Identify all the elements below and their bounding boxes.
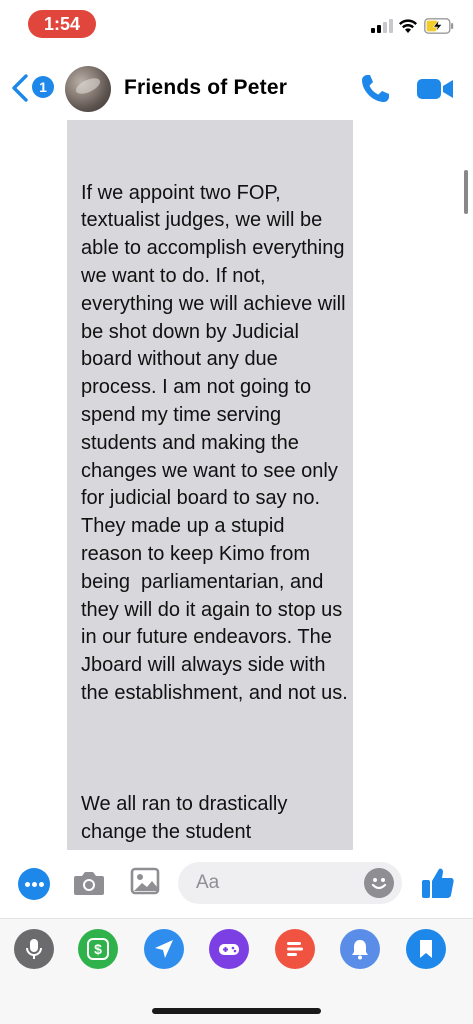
- message-bubble[interactable]: If we appoint two FOP, textualist judges…: [67, 120, 353, 850]
- dot-icon: [32, 882, 37, 887]
- dot-icon: [25, 882, 30, 887]
- message-paragraph: If we appoint two FOP, textualist judges…: [81, 181, 352, 704]
- dot-icon: [39, 882, 44, 887]
- back-button[interactable]: 1: [10, 72, 56, 106]
- status-time: 1:54: [28, 10, 96, 38]
- camera-icon[interactable]: [72, 868, 106, 898]
- scrollbar[interactable]: [464, 170, 468, 214]
- group-avatar[interactable]: [65, 66, 111, 112]
- phone-call-icon[interactable]: [358, 72, 392, 106]
- gamepad-icon: [219, 944, 239, 955]
- cellular-signal-icon: [371, 19, 393, 33]
- chevron-left-icon: [12, 74, 28, 102]
- message-text: If we appoint two FOP, textualist judges…: [81, 124, 349, 850]
- dollar-icon: $: [87, 938, 109, 960]
- voice-memo-button[interactable]: [14, 929, 54, 969]
- svg-text:$: $: [94, 941, 102, 957]
- wifi-icon: [399, 19, 417, 33]
- conversation-header: 1 Friends of Peter: [0, 58, 473, 118]
- reminders-button[interactable]: [340, 929, 380, 969]
- conversation-title[interactable]: Friends of Peter: [124, 76, 287, 100]
- polls-button[interactable]: [275, 929, 315, 969]
- location-arrow-icon: [155, 940, 173, 958]
- games-button[interactable]: [209, 929, 249, 969]
- bottom-safe-area: [0, 978, 473, 1024]
- video-call-icon[interactable]: [415, 74, 455, 104]
- app-drawer: $: [0, 918, 473, 978]
- bookmark-button[interactable]: [406, 929, 446, 969]
- status-bar: 1:54: [0, 0, 473, 50]
- battery-charging-icon: [424, 18, 454, 34]
- bell-icon: [352, 940, 368, 960]
- more-actions-button[interactable]: [18, 868, 50, 900]
- unread-badge: 1: [32, 76, 54, 98]
- poll-bars-icon: [287, 942, 303, 956]
- message-paragraph: We all ran to drastically change the stu…: [81, 793, 348, 850]
- emoji-button[interactable]: [364, 868, 394, 898]
- home-indicator[interactable]: [152, 1008, 321, 1014]
- thumbs-up-icon[interactable]: [420, 866, 456, 900]
- message-list[interactable]: If we appoint two FOP, textualist judges…: [0, 120, 473, 850]
- message-composer: [0, 850, 473, 918]
- money-button[interactable]: $: [78, 929, 118, 969]
- bookmark-icon: [420, 940, 432, 958]
- microphone-icon: [26, 939, 42, 959]
- smiley-icon: [371, 878, 387, 890]
- location-button[interactable]: [144, 929, 184, 969]
- photo-gallery-icon[interactable]: [130, 866, 160, 896]
